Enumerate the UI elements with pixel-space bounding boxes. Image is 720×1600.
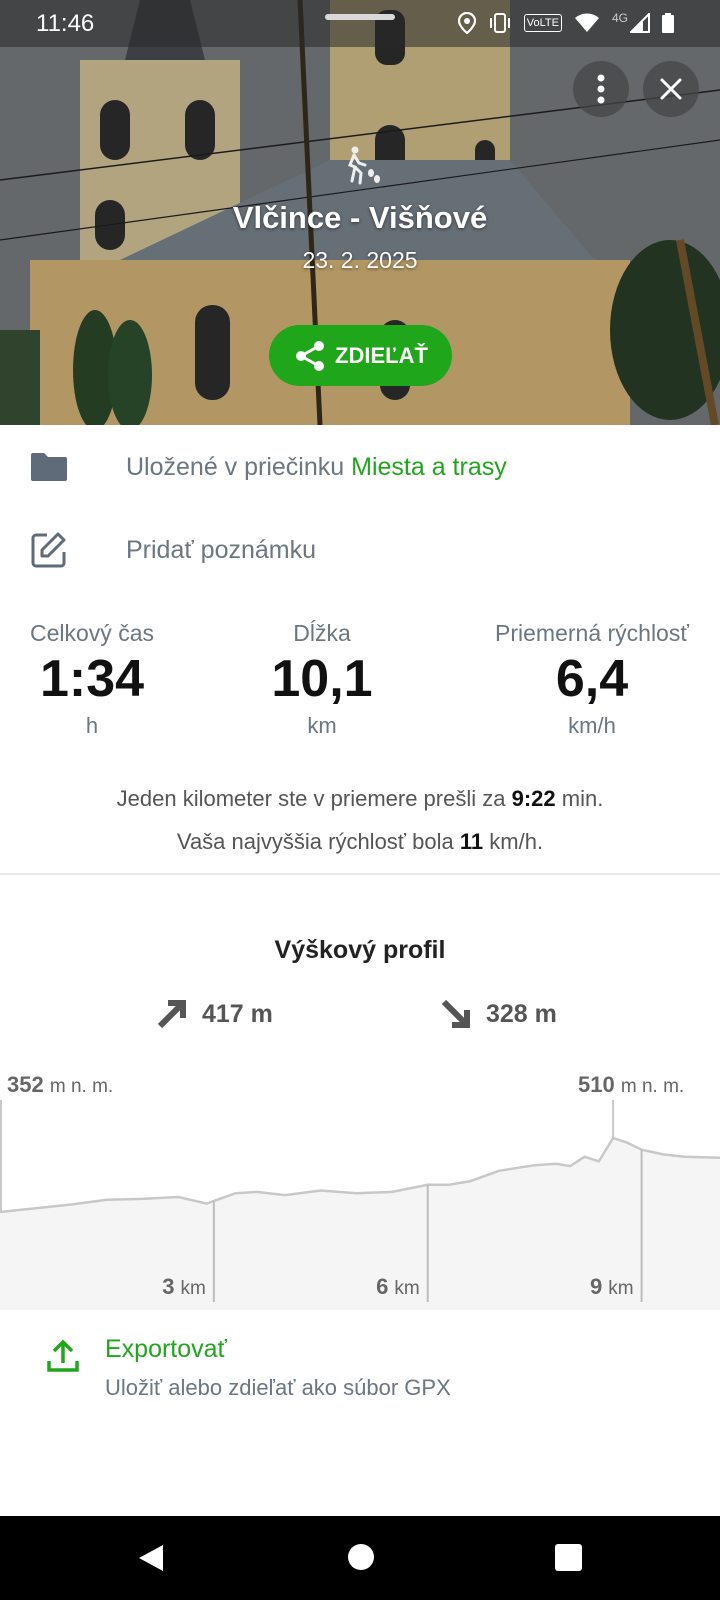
- min-altitude-label: 352 m n. m.: [7, 1072, 113, 1098]
- stat-avg-speed: Priemerná rýchlosť 6,4 km/h: [478, 620, 706, 739]
- max-altitude-value: 510: [578, 1072, 615, 1097]
- vibrate-icon: [488, 13, 512, 33]
- hero-header: 11:46 VoLTE 4G Vlčince - Višňové 23. 2. …: [0, 0, 720, 425]
- stat-unit: km: [307, 713, 337, 738]
- back-icon: [139, 1545, 163, 1571]
- system-nav-bar: [0, 1516, 720, 1600]
- wifi-icon: [574, 13, 600, 33]
- stat-distance: Dĺžka 10,1 km: [252, 620, 392, 739]
- folder-row[interactable]: Uložené v priečinku Miesta a trasy: [0, 432, 720, 502]
- export-subtitle: Uložiť alebo zdieľať ako súbor GPX: [105, 1375, 451, 1400]
- top-speed-prefix: Vaša najvyššia rýchlosť bola: [176, 829, 454, 854]
- folder-prefix: Uložené v priečinku: [126, 452, 345, 481]
- track-date: 23. 2. 2025: [302, 247, 418, 273]
- pace-value: 9:22: [511, 786, 556, 811]
- ascent-value: 417 m: [202, 999, 273, 1028]
- min-altitude-value: 352: [7, 1072, 44, 1097]
- close-icon: [660, 78, 682, 100]
- x-tick-label: 3 km: [162, 1274, 206, 1299]
- close-button[interactable]: [643, 61, 699, 117]
- folder-name-link[interactable]: Miesta a trasy: [351, 453, 507, 481]
- share-label: ZDIEĽAŤ: [335, 342, 428, 368]
- stat-unit: h: [85, 713, 99, 738]
- arrow-down-right-icon: [441, 999, 470, 1028]
- location-icon: [457, 12, 476, 34]
- stat-total-time: Celkový čas 1:34 h: [22, 620, 162, 739]
- status-bar: 11:46 VoLTE 4G: [0, 0, 720, 47]
- pace-text: Jeden kilometer ste v priemere prešli za…: [0, 786, 720, 812]
- top-speed-value: 11: [459, 829, 484, 854]
- track-title: Vlčince - Višňové: [232, 200, 488, 235]
- home-icon: [348, 1544, 374, 1570]
- top-speed-suffix: km/h.: [489, 829, 544, 854]
- add-note-label: Pridať poznámku: [126, 535, 317, 564]
- battery-icon: [662, 13, 674, 33]
- share-icon: [296, 340, 325, 371]
- upload-icon: [46, 1339, 80, 1373]
- home-button[interactable]: [347, 1543, 375, 1576]
- x-tick-label: 9 km: [590, 1274, 634, 1299]
- elevation-chart[interactable]: 3 km 6 km 9 km: [0, 1100, 720, 1312]
- export-title: Exportovať: [105, 1335, 227, 1363]
- network-type: 4G: [611, 11, 628, 25]
- stat-label: Priemerná rýchlosť: [495, 620, 689, 646]
- elevation-title: Výškový profil: [274, 936, 446, 964]
- more-options-button[interactable]: [573, 61, 629, 117]
- min-altitude-unit: m n. m.: [49, 1076, 114, 1097]
- pace-suffix: min.: [561, 786, 604, 811]
- recents-icon: [555, 1544, 582, 1571]
- stat-label: Celkový čas: [30, 620, 154, 646]
- x-tick-label: 6 km: [376, 1274, 420, 1299]
- stat-value: 1:34: [39, 650, 145, 708]
- max-altitude-label: 510 m n. m.: [578, 1072, 684, 1098]
- add-note-row[interactable]: Pridať poznámku: [0, 515, 720, 585]
- stat-label: Dĺžka: [293, 620, 351, 646]
- hiking-icon: [343, 145, 383, 185]
- signal-icon: [630, 13, 650, 33]
- max-altitude-unit: m n. m.: [620, 1076, 685, 1097]
- back-button[interactable]: [137, 1543, 165, 1578]
- top-speed-text: Vaša najvyššia rýchlosť bola 11 km/h.: [0, 829, 720, 855]
- descent-value: 328 m: [486, 999, 557, 1028]
- more-vert-icon: [597, 74, 605, 104]
- drag-handle[interactable]: [325, 14, 395, 20]
- descent-stat: 328 m: [440, 998, 557, 1030]
- share-button[interactable]: ZDIEĽAŤ: [269, 325, 452, 386]
- section-divider: [0, 873, 720, 875]
- ascent-stat: 417 m: [156, 998, 273, 1030]
- status-time: 11:46: [36, 9, 95, 37]
- arrow-up-right-icon: [157, 1000, 186, 1029]
- volte-icon: VoLTE: [523, 14, 562, 32]
- stat-unit: km/h: [568, 713, 616, 738]
- recents-button[interactable]: [555, 1544, 582, 1576]
- stat-value: 6,4: [555, 650, 629, 708]
- edit-note-icon: [30, 531, 68, 569]
- pace-prefix: Jeden kilometer ste v priemere prešli za: [116, 786, 506, 811]
- folder-icon: [30, 448, 68, 486]
- stat-value: 10,1: [271, 650, 373, 708]
